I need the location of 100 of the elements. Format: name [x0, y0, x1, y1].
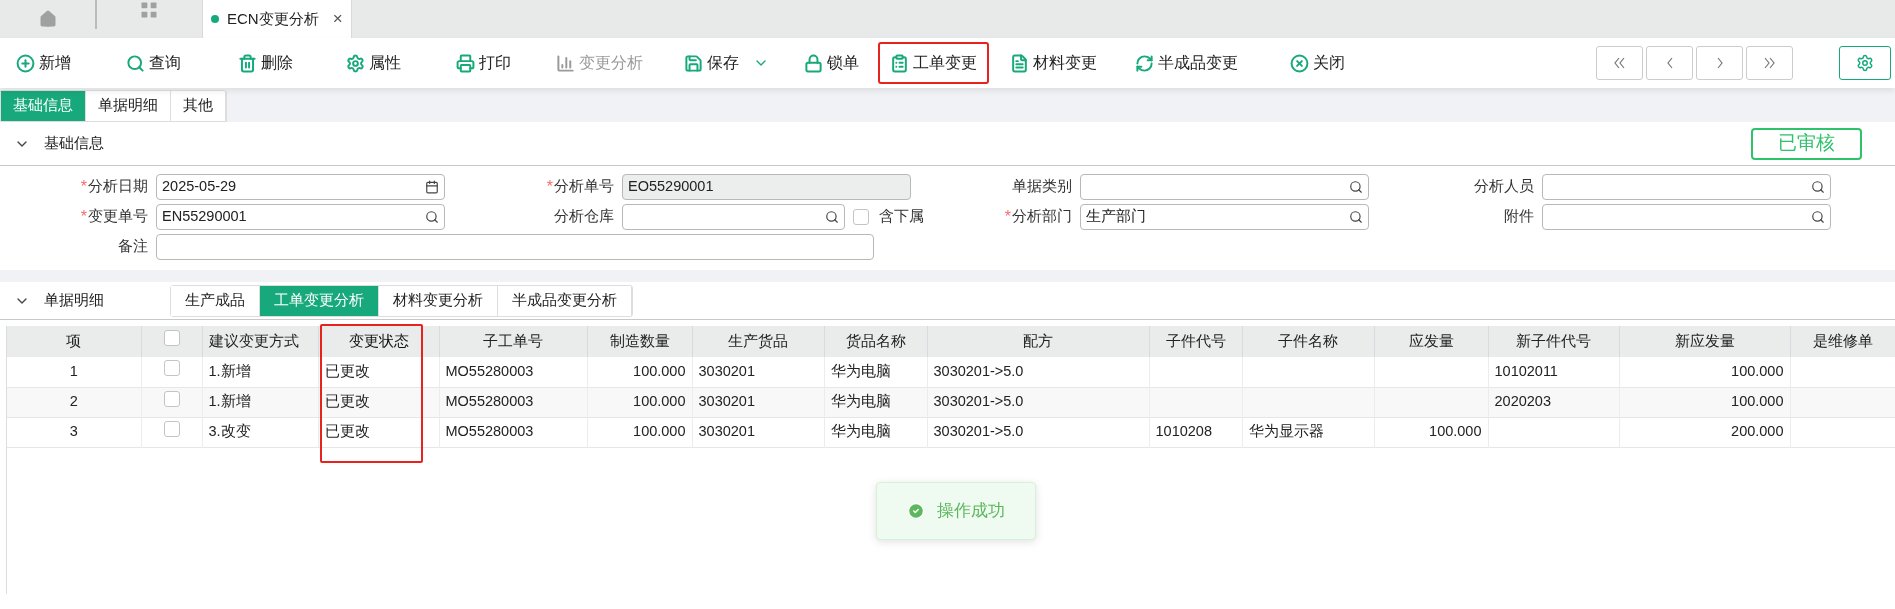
toolbar-button[interactable]: 工单变更: [878, 42, 989, 84]
field-label: 备注: [118, 237, 148, 257]
table-cell: 100.000: [1619, 357, 1790, 387]
settings-icon: [346, 53, 365, 73]
table-cell: 100.000: [1374, 417, 1488, 447]
input-field[interactable]: [1542, 174, 1831, 200]
checkbox[interactable]: [163, 420, 180, 437]
table-cell: 华为电脑: [824, 417, 927, 447]
checkbox[interactable]: [163, 360, 180, 377]
tab-label: ECN变更分析: [227, 8, 319, 29]
detail-tab[interactable]: 生产成品: [171, 285, 260, 316]
toolbar-button[interactable]: 新增: [4, 42, 83, 84]
table-cell: 3030201: [692, 357, 824, 387]
table-cell: 2: [7, 387, 141, 417]
success-toast: 操作成功: [876, 482, 1036, 540]
section-title: 单据明细: [44, 290, 104, 310]
search-icon: [425, 210, 439, 224]
field-label: 分析仓库: [554, 207, 614, 227]
table-cell: 1.新增: [202, 387, 318, 417]
table-cell: 3030201: [692, 387, 824, 417]
table-cell: MO55280003: [439, 417, 587, 447]
plus-circle-icon: [16, 53, 35, 73]
table-cell: 3030201->5.0: [927, 357, 1149, 387]
table-cell: 华为电脑: [824, 387, 927, 417]
input-field[interactable]: 生产部门: [1080, 204, 1369, 230]
settings-icon: [1856, 54, 1874, 72]
table-cell: 1: [7, 357, 141, 387]
required-asterisk: *: [546, 179, 553, 195]
table-cell: 3: [7, 417, 141, 447]
toolbar-button[interactable]: 关闭: [1278, 42, 1357, 84]
refresh-icon: [1135, 53, 1154, 73]
pager-button[interactable]: [1646, 46, 1693, 80]
table-cell: 3030201->5.0: [927, 387, 1149, 417]
checkbox[interactable]: [853, 209, 869, 225]
toolbar-button[interactable]: 保存: [672, 42, 781, 84]
input-field[interactable]: [156, 234, 874, 260]
required-asterisk: *: [80, 209, 87, 225]
toolbar-button[interactable]: 锁单: [792, 42, 871, 84]
close-tab-button[interactable]: ×: [332, 6, 343, 32]
table-cell: MO55280003: [439, 387, 587, 417]
checkbox[interactable]: [163, 330, 180, 347]
table-cell: MO55280003: [439, 357, 587, 387]
table-cell: 200.000: [1619, 417, 1790, 447]
close-icon: [1290, 53, 1309, 73]
lock-icon: [804, 53, 823, 73]
toolbar-button[interactable]: 打印: [444, 42, 523, 84]
table-cell: 1.新增: [202, 357, 318, 387]
section-title: 基础信息: [44, 133, 104, 153]
input-field[interactable]: EO55290001: [622, 174, 911, 200]
input-field[interactable]: [622, 204, 845, 230]
toolbar-button[interactable]: 半成品变更: [1123, 42, 1250, 84]
calendar-icon: [425, 180, 439, 194]
field-label: 分析单号: [554, 177, 614, 197]
page-tab[interactable]: ECN变更分析 ×: [202, 0, 352, 38]
input-field[interactable]: [1542, 204, 1831, 230]
next-page-icon: [1716, 57, 1723, 69]
search-icon: [825, 210, 839, 224]
search-icon: [126, 53, 145, 73]
previous-page-icon: [1666, 57, 1673, 69]
table-cell: 1010208: [1149, 417, 1242, 447]
input-field[interactable]: 2025-05-29: [156, 174, 445, 200]
table-cell: 10102011: [1488, 357, 1619, 387]
checkbox[interactable]: [163, 390, 180, 407]
input-field[interactable]: EN55290001: [156, 204, 445, 230]
required-asterisk: *: [1004, 209, 1011, 225]
document-icon: [1010, 53, 1029, 73]
field-label: 分析部门: [1012, 207, 1072, 227]
printer-icon: [456, 53, 475, 73]
check-circle-icon: [907, 502, 925, 520]
table-cell: 100.000: [587, 357, 692, 387]
toolbar-button[interactable]: 删除: [226, 42, 305, 84]
table-cell: 3030201: [692, 417, 824, 447]
field-label: 变更单号: [88, 207, 148, 227]
clipboard-icon: [890, 53, 909, 73]
search-icon: [1349, 180, 1363, 194]
toolbar-button[interactable]: 材料变更: [998, 42, 1109, 84]
table-cell: 已更改: [318, 387, 439, 417]
field-label: 单据类别: [1012, 177, 1072, 197]
pager-button[interactable]: [1746, 46, 1793, 80]
first-page-icon: [1614, 57, 1625, 69]
required-asterisk: *: [80, 179, 87, 195]
pager-button[interactable]: [1596, 46, 1643, 80]
table-cell: 华为显示器: [1242, 417, 1374, 447]
field-label: 附件: [1504, 207, 1534, 227]
table-cell: 100.000: [587, 417, 692, 447]
bar-chart-icon: [556, 53, 575, 73]
table-cell: 2020203: [1488, 387, 1619, 417]
pager-button[interactable]: [1696, 46, 1743, 80]
trash-icon: [238, 53, 257, 73]
table-cell: 100.000: [587, 387, 692, 417]
search-icon: [1811, 210, 1825, 224]
field-label: 分析人员: [1474, 177, 1534, 197]
input-field[interactable]: [1080, 174, 1369, 200]
settings-button[interactable]: [1839, 46, 1891, 80]
table-cell: 已更改: [318, 357, 439, 387]
search-icon: [1349, 210, 1363, 224]
table-cell: 已更改: [318, 417, 439, 447]
last-page-icon: [1764, 57, 1775, 69]
toolbar-button[interactable]: 查询: [114, 42, 193, 84]
toolbar-button[interactable]: 属性: [334, 42, 413, 84]
